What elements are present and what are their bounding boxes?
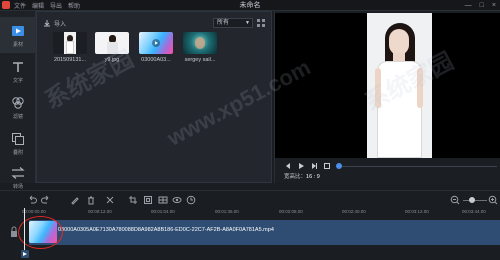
step-forward-icon[interactable] bbox=[310, 162, 318, 170]
maximize-button[interactable]: □ bbox=[480, 0, 484, 11]
split-icon[interactable] bbox=[105, 195, 115, 205]
step-back-icon[interactable] bbox=[284, 162, 292, 170]
text-icon bbox=[13, 62, 23, 72]
aspect-ratio-label: 宽高比： bbox=[284, 174, 307, 180]
menu-export[interactable]: 导出 bbox=[50, 1, 62, 10]
zoom-in-icon[interactable] bbox=[488, 195, 498, 205]
media-item[interactable]: 03000A03... bbox=[139, 32, 173, 63]
app-logo-icon bbox=[2, 1, 10, 9]
media-thumbnail bbox=[53, 32, 87, 54]
import-button[interactable]: 导入 bbox=[43, 18, 66, 28]
clip-filename: 03000A0305A0E7130A780088D8A982A8B186-ED0… bbox=[58, 227, 274, 233]
playback-controls bbox=[275, 159, 500, 173]
clock-icon[interactable] bbox=[186, 195, 196, 205]
window-controls: — □ × bbox=[465, 0, 496, 11]
mosaic-icon[interactable] bbox=[158, 195, 168, 205]
sidebar-item-overlay[interactable]: 叠附 bbox=[0, 125, 36, 161]
video-track[interactable]: 03000A0305A0E7130A780088D8A982A8B186-ED0… bbox=[29, 220, 500, 245]
ruler-tick: 00:00:12.00 bbox=[88, 209, 112, 214]
overlay-icon bbox=[12, 133, 24, 145]
grid-view-icon[interactable] bbox=[257, 19, 265, 27]
delete-icon[interactable] bbox=[86, 195, 96, 205]
edit-toolbar bbox=[0, 190, 500, 208]
chevron-down-icon: ▼ bbox=[245, 20, 250, 26]
menu-edit[interactable]: 编辑 bbox=[32, 1, 44, 10]
sidebar-item-label: 叠附 bbox=[12, 150, 23, 156]
progress-track[interactable] bbox=[339, 166, 497, 167]
filter-icon bbox=[12, 97, 24, 109]
media-item[interactable]: sergey sail... bbox=[183, 32, 217, 63]
redo-icon[interactable] bbox=[41, 195, 51, 205]
track-video-icon bbox=[21, 250, 29, 258]
stop-icon[interactable] bbox=[323, 162, 331, 170]
eye-icon[interactable] bbox=[172, 195, 182, 205]
ruler-tick: 00:01:04.00 bbox=[151, 209, 175, 214]
media-thumbnail bbox=[139, 32, 173, 54]
zoom-slider[interactable] bbox=[463, 200, 487, 201]
sidebar-item-media[interactable]: 素材 bbox=[0, 17, 36, 53]
play-icon[interactable] bbox=[297, 162, 305, 170]
transition-icon bbox=[11, 167, 25, 179]
media-name: sergey sail... bbox=[184, 57, 216, 63]
media-icon bbox=[12, 26, 24, 36]
sidebar: 素材 文字 滤镜 叠附 转场 bbox=[0, 11, 36, 190]
library-toolbar: 导入 所有 ▼ bbox=[43, 18, 267, 28]
filter-dropdown[interactable]: 所有 ▼ bbox=[213, 18, 253, 28]
aspect-ratio-value: 16 : 9 bbox=[306, 174, 320, 180]
media-name: 03000A03... bbox=[141, 57, 171, 63]
sidebar-item-filter[interactable]: 滤镜 bbox=[0, 89, 36, 125]
menu-file[interactable]: 文件 bbox=[14, 1, 26, 10]
aspect-ratio[interactable]: 宽高比：16 : 9 bbox=[284, 172, 320, 180]
ruler-tick: 00:02:08.00 bbox=[279, 209, 303, 214]
timeline-ruler[interactable]: 00:00:00.00 00:00:12.00 00:01:04.00 00:0… bbox=[0, 208, 500, 218]
play-icon bbox=[152, 39, 160, 47]
menu-bar: 文件 编辑 导出 帮助 bbox=[14, 1, 80, 10]
sidebar-item-label: 文字 bbox=[12, 78, 23, 84]
media-item[interactable]: 201509131... bbox=[53, 32, 87, 63]
ruler-tick: 00:02:40.00 bbox=[342, 209, 366, 214]
ruler-tick: 00:00:00.00 bbox=[22, 209, 46, 214]
track-lock-icon[interactable] bbox=[10, 226, 18, 238]
import-label: 导入 bbox=[54, 21, 67, 28]
ruler-tick: 00:01:36.00 bbox=[215, 209, 239, 214]
menu-help[interactable]: 帮助 bbox=[68, 1, 80, 10]
close-button[interactable]: × bbox=[492, 0, 496, 11]
import-icon bbox=[44, 20, 50, 27]
media-thumbnail bbox=[183, 32, 217, 54]
sidebar-item-label: 滤镜 bbox=[12, 114, 23, 120]
crop-icon[interactable] bbox=[128, 195, 138, 205]
zoom-out-icon[interactable] bbox=[450, 195, 460, 205]
sidebar-item-label: 转场 bbox=[12, 184, 23, 190]
playhead[interactable] bbox=[24, 208, 25, 256]
undo-icon[interactable] bbox=[27, 195, 37, 205]
zoom-handle[interactable] bbox=[469, 197, 475, 203]
ruler-tick: 00:03:12.00 bbox=[405, 209, 429, 214]
ruler-tick: 00:03:44.00 bbox=[462, 209, 486, 214]
fit-icon[interactable] bbox=[143, 195, 153, 205]
sidebar-item-text[interactable]: 文字 bbox=[0, 53, 36, 89]
filter-value: 所有 bbox=[217, 20, 230, 26]
progress-handle[interactable] bbox=[336, 163, 342, 169]
pencil-icon[interactable] bbox=[70, 195, 80, 205]
minimize-button[interactable]: — bbox=[465, 0, 472, 11]
sidebar-item-label: 素材 bbox=[12, 42, 23, 48]
title-bar: 文件 编辑 导出 帮助 未命名 — □ × bbox=[0, 0, 500, 11]
